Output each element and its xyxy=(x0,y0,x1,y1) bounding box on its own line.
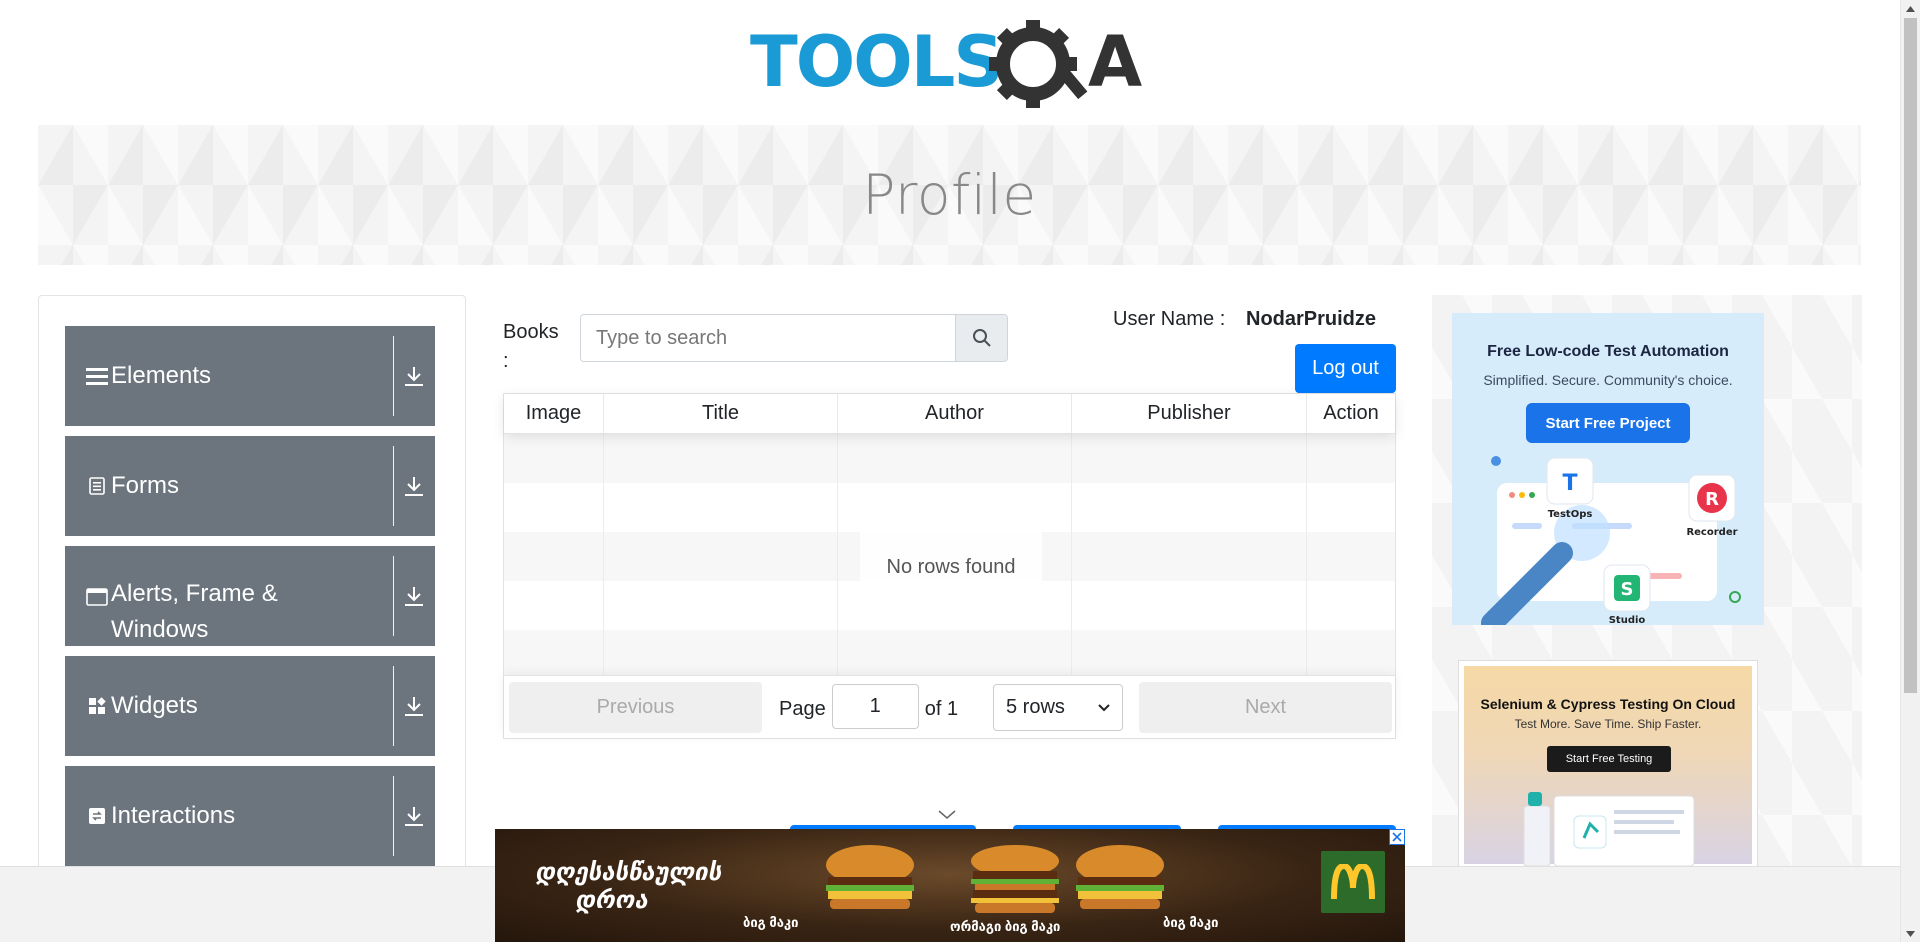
expand-download-icon[interactable] xyxy=(393,656,435,756)
toolsqa-logo[interactable]: TOOLS A xyxy=(750,18,1155,114)
svg-text:Recorder: Recorder xyxy=(1686,527,1737,538)
page-label: Page xyxy=(779,697,826,720)
logo-text-tools: TOOLS xyxy=(750,21,1002,103)
page-number-input[interactable]: 1 xyxy=(831,684,919,729)
scroll-down-arrow[interactable] xyxy=(1901,925,1920,942)
widgets-icon xyxy=(85,697,109,715)
previous-button[interactable]: Previous xyxy=(509,682,762,733)
burger-image xyxy=(1076,845,1164,909)
ad-panel: Selenium & Cypress Testing On Cloud Test… xyxy=(1464,666,1752,866)
table-header: Image Title Author Publisher Action xyxy=(504,394,1395,434)
vertical-scrollbar[interactable] xyxy=(1900,0,1920,942)
next-button[interactable]: Next xyxy=(1139,682,1392,733)
scroll-up-arrow[interactable] xyxy=(1901,0,1920,17)
user-name-label: User Name : xyxy=(1113,308,1226,330)
svg-text:S: S xyxy=(1621,579,1634,600)
ad-cta-button[interactable]: Start Free Testing xyxy=(1547,746,1671,772)
ad-illustration: T TestOps R Recorder S Studio xyxy=(1481,456,1741,625)
table-row xyxy=(504,483,1395,532)
table-row xyxy=(504,434,1395,483)
chevron-down-icon xyxy=(1098,703,1110,711)
interactions-icon xyxy=(85,807,109,825)
group-label: Alerts, Frame & Windows xyxy=(111,580,278,643)
ad-headline: დღესასწაულის დროა xyxy=(535,859,721,915)
burger-image xyxy=(971,845,1059,913)
search-box xyxy=(580,314,1008,362)
column-header-publisher[interactable]: Publisher xyxy=(1072,394,1307,433)
ad-caption: ბიგ მაკი xyxy=(743,915,799,930)
ad-headline-line: დღესასწაულის xyxy=(535,859,722,886)
search-button[interactable] xyxy=(955,315,1007,361)
group-interactions[interactable]: Interactions xyxy=(65,766,435,866)
logo-text-a: A xyxy=(1088,21,1142,103)
group-label: Elements xyxy=(111,362,212,389)
table-row xyxy=(504,630,1395,679)
ad-close-button[interactable] xyxy=(1389,829,1405,845)
page-banner: Profile xyxy=(38,125,1861,265)
pagination: Previous Page 1 of 1 5 rows Next xyxy=(504,675,1395,738)
ad-bottom-banner[interactable]: დღესასწაულის დროა ბიგ მაკი ორმაგი ბიგ მა… xyxy=(495,829,1405,942)
column-header-title[interactable]: Title xyxy=(604,394,838,433)
ad-caption: ბიგ მაკი xyxy=(1163,915,1219,930)
group-elements[interactable]: Elements xyxy=(65,326,435,426)
hamburger-icon xyxy=(85,366,109,386)
logout-button[interactable]: Log out xyxy=(1295,344,1396,393)
group-alerts-frame-windows[interactable]: Alerts, Frame & Windows xyxy=(65,546,435,646)
left-panel: Elements Forms Alerts, Frame & Windows W… xyxy=(38,295,466,942)
scroll-thumb[interactable] xyxy=(1904,18,1917,693)
ad-subtitle: Simplified. Secure. Community's choice. xyxy=(1483,372,1733,388)
document-icon xyxy=(85,477,109,495)
group-label: Forms xyxy=(111,472,179,499)
svg-text:R: R xyxy=(1705,489,1719,510)
group-label: Widgets xyxy=(111,692,198,719)
gear-icon xyxy=(989,20,1088,108)
page-total: of 1 xyxy=(924,697,959,720)
books-table: Image Title Author Publisher Action No r… xyxy=(503,393,1396,739)
ad-cta-button[interactable]: Start Free Project xyxy=(1526,403,1690,443)
no-rows-message: No rows found xyxy=(860,530,1042,586)
group-widgets[interactable]: Widgets xyxy=(65,656,435,756)
search-input[interactable] xyxy=(581,315,955,361)
page: TOOLS A Profile Elements Forms Alerts, F… xyxy=(0,0,1920,942)
chevron-down-icon xyxy=(938,810,956,819)
mcdonalds-logo xyxy=(1321,851,1385,913)
rows-per-page-select[interactable]: 5 rows xyxy=(993,684,1123,731)
column-header-image[interactable]: Image xyxy=(504,394,604,433)
expand-download-icon[interactable] xyxy=(393,436,435,536)
window-icon xyxy=(85,588,109,606)
books-label: Books : xyxy=(503,321,559,372)
ad-title: Free Low-code Test Automation xyxy=(1487,343,1729,360)
group-label: Interactions xyxy=(111,802,236,829)
ad-title: Selenium & Cypress Testing On Cloud xyxy=(1480,696,1736,712)
ad-low-code-automation[interactable]: Free Low-code Test Automation Simplified… xyxy=(1452,313,1764,625)
close-icon xyxy=(1392,832,1402,842)
page-info: Page 1 of 1 xyxy=(779,684,959,729)
column-header-author[interactable]: Author xyxy=(838,394,1072,433)
user-name-value: NodarPruidze xyxy=(1246,308,1377,330)
search-icon xyxy=(972,329,991,347)
ad-subtitle: Test More. Save Time. Ship Faster. xyxy=(1514,717,1702,731)
expand-download-icon[interactable] xyxy=(393,546,435,646)
svg-text:TestOps: TestOps xyxy=(1548,509,1593,520)
rows-select-value: 5 rows xyxy=(1006,696,1065,718)
ad-headline-line: დროა xyxy=(575,887,648,914)
group-forms[interactable]: Forms xyxy=(65,436,435,536)
ad-selenium-cypress[interactable]: Selenium & Cypress Testing On Cloud Test… xyxy=(1458,660,1758,870)
table-row xyxy=(504,581,1395,630)
ad-caption: ორმაგი ბიგ მაკი xyxy=(950,919,1061,934)
expand-download-icon[interactable] xyxy=(393,326,435,426)
burger-image xyxy=(826,845,914,909)
page-title: Profile xyxy=(862,163,1037,227)
ad-screens-illustration xyxy=(1523,792,1695,866)
svg-text:T: T xyxy=(1562,471,1577,496)
column-header-action[interactable]: Action xyxy=(1307,394,1395,433)
svg-text:Studio: Studio xyxy=(1609,615,1646,625)
table-body: No rows found xyxy=(504,434,1395,679)
logo-graphic: TOOLS A xyxy=(750,20,1142,108)
expand-download-icon[interactable] xyxy=(393,766,435,866)
